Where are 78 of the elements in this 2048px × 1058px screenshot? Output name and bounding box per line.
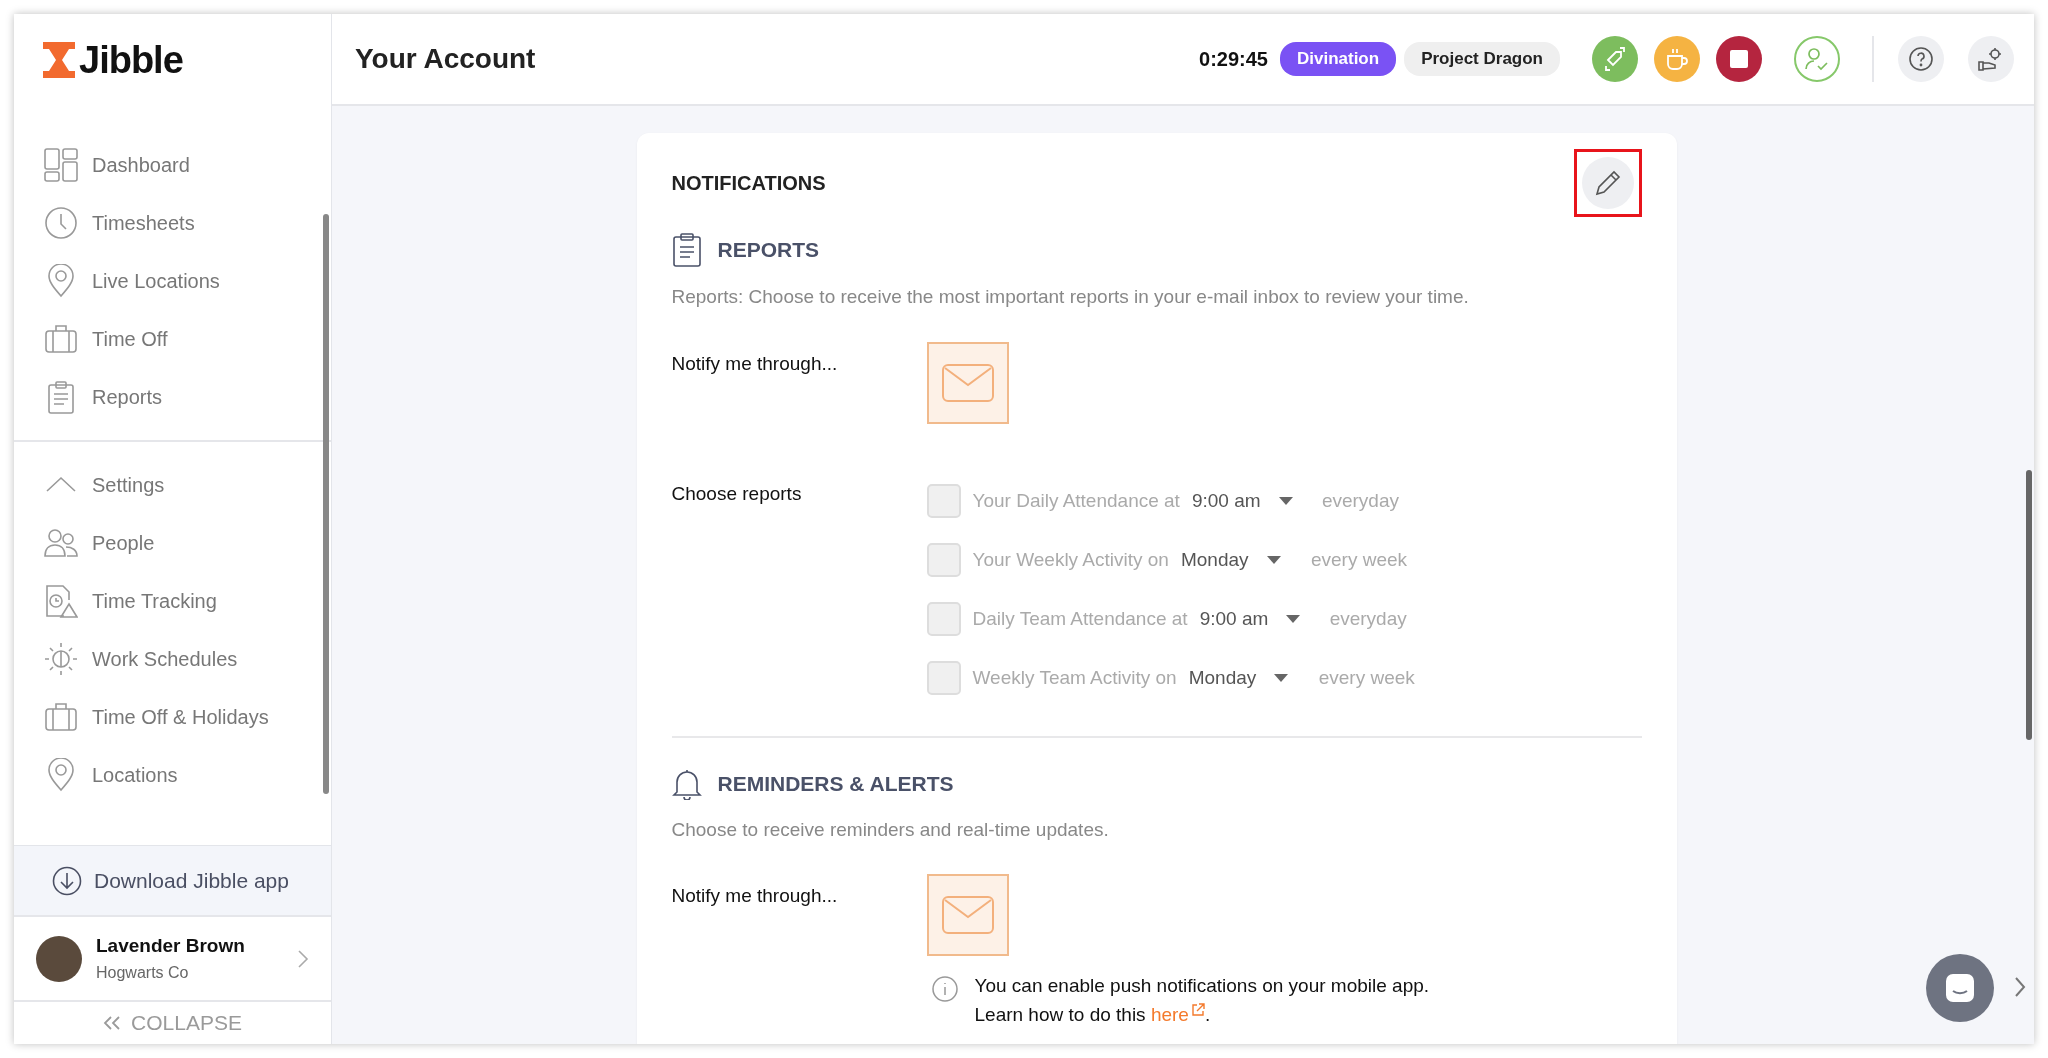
envelope-icon	[941, 896, 994, 934]
card-title: NOTIFICATIONS	[671, 171, 826, 195]
sidebar-item[interactable]: Locations	[14, 746, 331, 804]
settings-button[interactable]	[1968, 36, 2014, 82]
sidebar-item[interactable]: People	[14, 514, 331, 572]
field-label: Notify me through...	[671, 884, 839, 908]
double-chevron-left-icon	[103, 1015, 122, 1031]
timer: 0:29:45	[1199, 47, 1268, 72]
report-frequency: everyday	[1321, 488, 1399, 513]
stop-button[interactable]	[1716, 36, 1762, 82]
chevron-right-icon[interactable]	[297, 948, 309, 969]
avatar	[36, 935, 82, 982]
clock-warning-icon	[44, 584, 78, 618]
activity-badge[interactable]: Divination	[1279, 42, 1397, 76]
settings-section-toggle[interactable]: Settings	[14, 456, 331, 514]
report-label: Your Daily Attendance at	[972, 488, 1180, 513]
clock-icon	[44, 206, 78, 240]
field-label: Choose reports	[671, 481, 803, 506]
bell-icon	[671, 767, 702, 800]
external-link-icon	[1190, 1002, 1205, 1017]
section-title: REMINDERS & ALERTS	[717, 770, 954, 797]
clipboard-icon	[671, 233, 702, 267]
scrollbar-thumb[interactable]	[2026, 470, 2032, 740]
break-button[interactable]	[1654, 36, 1700, 82]
switch-activity-button[interactable]	[1592, 36, 1638, 82]
envelope-icon	[941, 363, 994, 402]
sidebar-item[interactable]: Time Off & Holidays	[14, 688, 331, 746]
email-channel-button[interactable]	[926, 874, 1009, 956]
people-icon	[44, 526, 78, 560]
report-frequency: every week	[1318, 665, 1415, 690]
section-description: Reports: Choose to receive the most important reports in your e-mail inbox to review your time.	[671, 285, 1470, 309]
dropdown-caret-icon	[1274, 674, 1289, 682]
collapse-button[interactable]: COLLAPSE	[14, 1000, 331, 1044]
dropdown-caret-icon	[1278, 497, 1293, 505]
stop-icon	[1730, 50, 1748, 68]
sidebar-item[interactable]: Live Locations	[14, 252, 331, 310]
sun-moon-icon	[44, 642, 78, 676]
sidebar-item[interactable]: Timesheets	[14, 194, 331, 252]
caret-up-icon	[44, 475, 78, 495]
report-label: Weekly Team Activity on	[972, 665, 1177, 690]
user-name: Lavender Brown	[96, 934, 246, 959]
download-app-button[interactable]: Download Jibble app	[14, 845, 331, 915]
coffee-cup-icon	[1664, 46, 1690, 72]
info-icon	[930, 975, 959, 1003]
sidebar-item[interactable]: Reports	[14, 368, 331, 426]
page-title: Your Account	[355, 42, 537, 76]
here-link[interactable]: here	[1150, 1003, 1205, 1025]
logo-text: Jibble	[79, 37, 183, 83]
report-frequency: everyday	[1329, 606, 1407, 631]
sidebar-item[interactable]: Work Schedules	[14, 630, 331, 688]
suitcase-icon	[44, 700, 78, 734]
chevron-right-icon[interactable]	[2014, 976, 2026, 998]
hourglass-logo-icon	[43, 42, 75, 78]
report-frequency: every week	[1310, 547, 1408, 572]
section-description: Choose to receive reminders and real-time updates.	[671, 817, 1110, 842]
project-badge[interactable]: Project Dragon	[1404, 42, 1560, 76]
report-label: Your Weekly Activity on	[972, 547, 1169, 572]
help-icon	[1908, 46, 1934, 72]
attendance-button[interactable]	[1794, 36, 1840, 82]
person-check-icon	[1804, 46, 1830, 72]
sidebar-item[interactable]: Dashboard	[14, 136, 331, 194]
help-button[interactable]	[1898, 36, 1944, 82]
sidebar-item[interactable]: Time Tracking	[14, 572, 331, 630]
email-channel-button[interactable]	[926, 341, 1009, 424]
chat-bubble-icon	[1945, 973, 1975, 1003]
report-label: Daily Team Attendance at	[972, 606, 1188, 631]
info-text: You can enable push notifications on your mobile app. Learn how to do this here .	[974, 974, 1430, 1027]
dropdown-caret-icon	[1286, 615, 1301, 623]
organization-name: Hogwarts Co	[96, 962, 190, 983]
field-label: Notify me through...	[671, 351, 839, 376]
scrollbar-thumb[interactable]	[323, 214, 329, 794]
suitcase-icon	[44, 322, 78, 356]
download-icon	[52, 865, 82, 896]
dashboard-icon	[44, 148, 78, 182]
dropdown-caret-icon	[1266, 556, 1281, 564]
sidebar-item[interactable]: Time Off	[14, 310, 331, 368]
tag-arrows-icon	[1602, 46, 1628, 72]
section-title: REPORTS	[717, 237, 819, 263]
